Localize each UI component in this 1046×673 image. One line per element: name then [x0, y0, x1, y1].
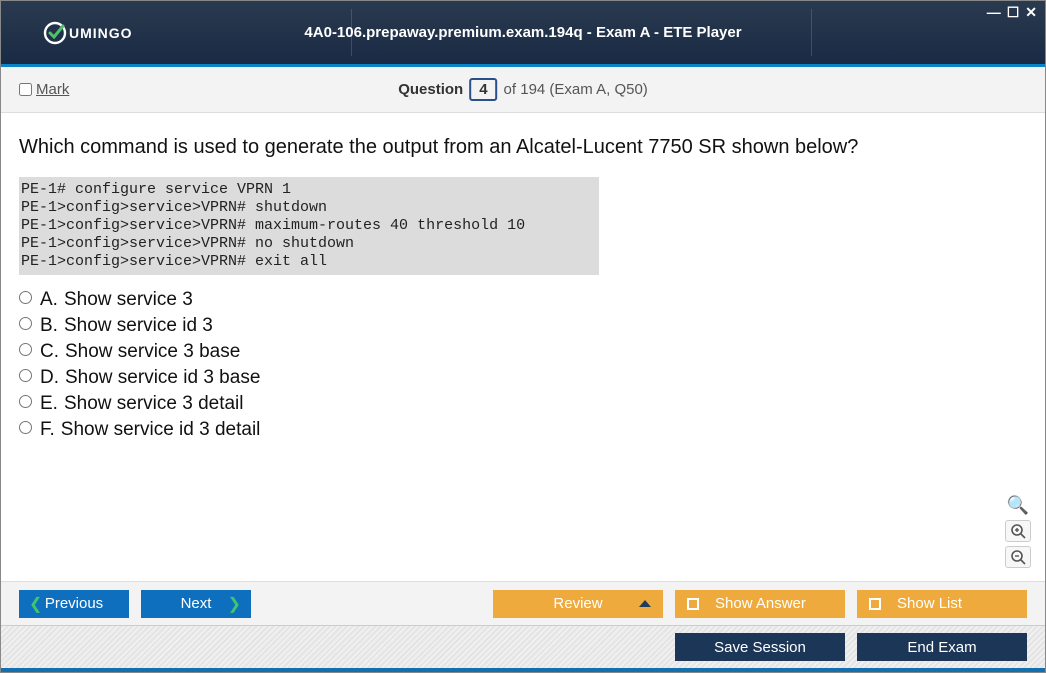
options-list: A. Show service 3 B. Show service id 3 C…	[19, 289, 1027, 441]
chevron-right-icon: ❯	[228, 594, 241, 614]
search-icon[interactable]: 🔍	[1005, 494, 1031, 516]
zoom-in-icon[interactable]	[1005, 520, 1031, 542]
option-radio[interactable]	[19, 395, 32, 408]
question-of-text: of 194 (Exam A, Q50)	[504, 81, 648, 98]
footer-primary: ❮ Previous Next ❯ Review Show Answer Sho…	[1, 581, 1045, 625]
option-radio[interactable]	[19, 291, 32, 304]
question-number-input[interactable]: 4	[469, 78, 497, 101]
option-a[interactable]: A. Show service 3	[19, 289, 1027, 311]
code-block: PE-1# configure service VPRN 1 PE-1>conf…	[19, 177, 599, 275]
triangle-up-icon	[639, 600, 651, 607]
next-button[interactable]: Next ❯	[141, 590, 251, 618]
content-area: Which command is used to generate the ou…	[11, 116, 1035, 577]
previous-button[interactable]: ❮ Previous	[19, 590, 129, 618]
window-title: 4A0-106.prepaway.premium.exam.194q - Exa…	[304, 24, 741, 41]
question-word: Question	[398, 81, 463, 98]
mark-checkbox[interactable]	[19, 83, 32, 96]
end-exam-button[interactable]: End Exam	[857, 633, 1027, 661]
minimize-icon[interactable]: —	[987, 5, 1001, 19]
option-e[interactable]: E. Show service 3 detail	[19, 393, 1027, 415]
option-radio[interactable]	[19, 343, 32, 356]
info-bar: Mark Question 4 of 194 (Exam A, Q50)	[1, 67, 1045, 113]
option-radio[interactable]	[19, 421, 32, 434]
checkbox-icon	[869, 598, 881, 610]
checkbox-icon	[687, 598, 699, 610]
option-c[interactable]: C. Show service 3 base	[19, 341, 1027, 363]
option-radio[interactable]	[19, 369, 32, 382]
app-logo: UMINGO	[43, 21, 133, 45]
show-list-button[interactable]: Show List	[857, 590, 1027, 618]
option-d[interactable]: D. Show service id 3 base	[19, 367, 1027, 389]
title-bar: UMINGO 4A0-106.prepaway.premium.exam.194…	[1, 1, 1045, 67]
review-button[interactable]: Review	[493, 590, 663, 618]
save-session-button[interactable]: Save Session	[675, 633, 845, 661]
chevron-left-icon: ❮	[29, 594, 42, 614]
checkmark-icon	[43, 21, 67, 45]
brand-text: UMINGO	[69, 25, 133, 41]
mark-label[interactable]: Mark	[36, 81, 69, 98]
close-icon[interactable]: ✕	[1025, 5, 1037, 19]
zoom-out-icon[interactable]	[1005, 546, 1031, 568]
footer-secondary: Save Session End Exam	[1, 625, 1045, 672]
maximize-icon[interactable]: ☐	[1007, 5, 1020, 19]
option-b[interactable]: B. Show service id 3	[19, 315, 1027, 337]
option-radio[interactable]	[19, 317, 32, 330]
divider	[811, 9, 812, 56]
show-answer-button[interactable]: Show Answer	[675, 590, 845, 618]
question-indicator: Question 4 of 194 (Exam A, Q50)	[398, 78, 648, 101]
question-text: Which command is used to generate the ou…	[19, 136, 1027, 159]
option-f[interactable]: F. Show service id 3 detail	[19, 419, 1027, 441]
